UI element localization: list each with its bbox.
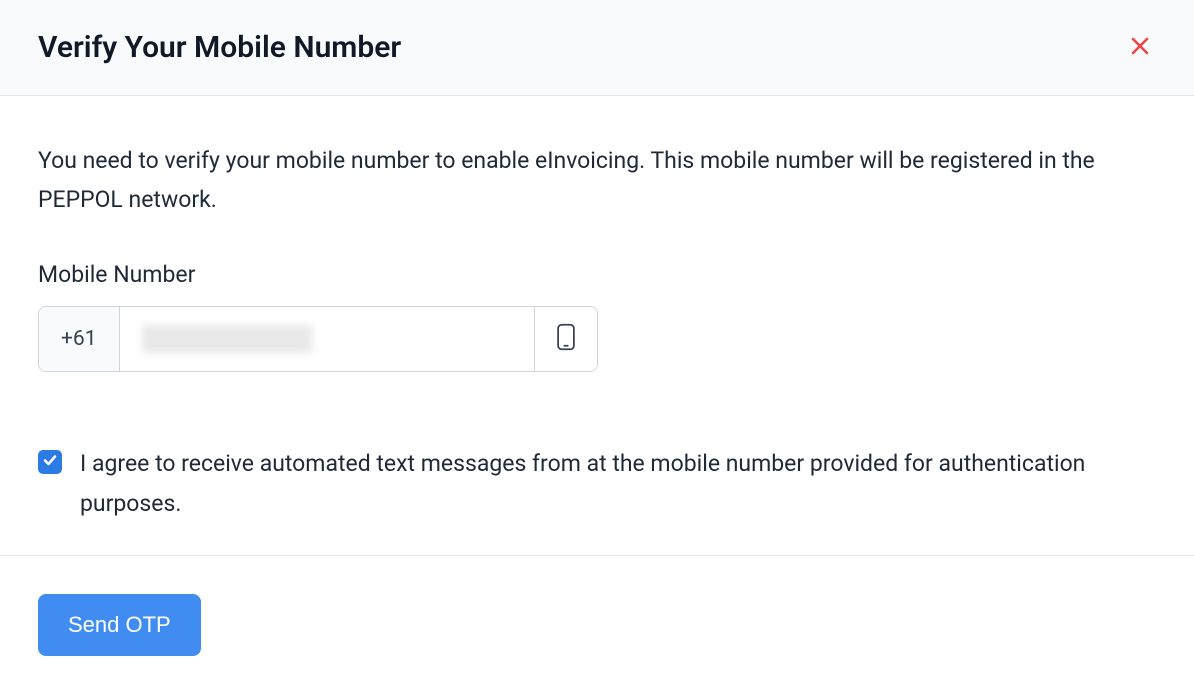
mobile-number-label: Mobile Number <box>38 261 1156 288</box>
redacted-phone-value <box>142 325 312 353</box>
consent-row: I agree to receive automated text messag… <box>38 444 1156 525</box>
modal-title: Verify Your Mobile Number <box>38 30 401 65</box>
checkmark-icon <box>42 452 58 472</box>
phone-number-input[interactable] <box>120 307 534 371</box>
consent-checkbox[interactable] <box>38 450 62 474</box>
mobile-phone-icon <box>555 323 577 355</box>
modal-body: You need to verify your mobile number to… <box>0 96 1194 555</box>
country-code-prefix[interactable]: +61 <box>39 307 120 371</box>
modal-footer: Send OTP <box>0 555 1194 694</box>
close-button[interactable] <box>1124 30 1156 65</box>
phone-icon-container <box>534 307 597 371</box>
send-otp-button[interactable]: Send OTP <box>38 594 201 656</box>
consent-text: I agree to receive automated text messag… <box>80 444 1156 525</box>
modal-header: Verify Your Mobile Number <box>0 0 1194 96</box>
close-icon <box>1128 34 1152 61</box>
phone-input-group: +61 <box>38 306 598 372</box>
description-text: You need to verify your mobile number to… <box>38 141 1156 219</box>
